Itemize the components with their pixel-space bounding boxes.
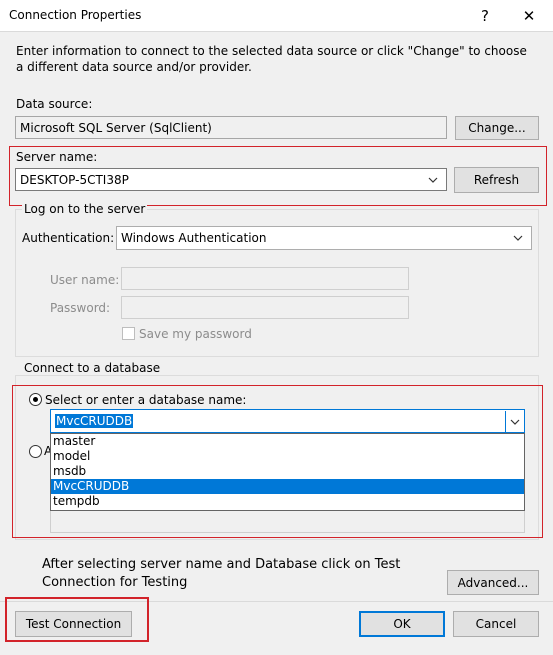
help-button[interactable]: ? (465, 0, 505, 31)
chevron-down-icon[interactable] (505, 411, 523, 432)
help-icon: ? (481, 6, 489, 25)
chevron-down-icon[interactable] (511, 227, 525, 249)
select-database-label: Select or enter a database name: (45, 393, 247, 407)
data-source-field: Microsoft SQL Server (SqlClient) (15, 116, 447, 139)
authentication-value: Windows Authentication (121, 231, 267, 245)
server-name-label: Server name: (16, 150, 98, 164)
intro-text: Enter information to connect to the sele… (16, 44, 527, 74)
password-input[interactable] (121, 296, 409, 319)
save-password-checkbox[interactable] (122, 327, 135, 340)
chevron-down-icon[interactable] (426, 169, 440, 190)
authentication-combobox[interactable]: Windows Authentication (116, 226, 532, 250)
list-item[interactable]: msdb (51, 464, 524, 479)
advanced-button[interactable]: Advanced... (447, 570, 539, 595)
close-icon: ✕ (522, 6, 536, 25)
database-combobox[interactable]: MvcCRUDDB (50, 409, 525, 433)
list-item[interactable]: tempdb (51, 494, 524, 509)
refresh-button[interactable]: Refresh (454, 167, 539, 193)
list-item-selected[interactable]: MvcCRUDDB (51, 479, 524, 494)
ok-button[interactable]: OK (359, 611, 445, 637)
window-title: Connection Properties (9, 8, 142, 22)
attach-database-radio[interactable] (29, 445, 42, 458)
close-button[interactable]: ✕ (509, 0, 549, 31)
username-input[interactable] (121, 267, 409, 290)
list-item[interactable]: model (51, 449, 524, 464)
cancel-button[interactable]: Cancel (453, 611, 539, 637)
save-password-label: Save my password (139, 327, 252, 341)
server-name-combobox[interactable]: DESKTOP-5CTI38P (15, 168, 447, 191)
database-group-label: Connect to a database (22, 361, 163, 375)
username-label: User name: (50, 273, 120, 287)
annotation-note: After selecting server name and Database… (42, 557, 401, 590)
test-connection-button[interactable]: Test Connection (15, 611, 132, 637)
data-source-label: Data source: (16, 97, 93, 111)
database-dropdown-list[interactable]: master model msdb MvcCRUDDB tempdb (50, 433, 525, 511)
change-button[interactable]: Change... (455, 116, 539, 140)
list-item[interactable]: master (51, 434, 524, 449)
select-database-radio[interactable] (29, 393, 42, 406)
logon-group-label: Log on to the server (22, 202, 148, 216)
database-combobox-value: MvcCRUDDB (55, 414, 134, 428)
title-separator (0, 31, 553, 32)
password-label: Password: (50, 301, 111, 315)
server-name-value: DESKTOP-5CTI38P (20, 172, 129, 187)
authentication-label: Authentication: (22, 231, 115, 245)
